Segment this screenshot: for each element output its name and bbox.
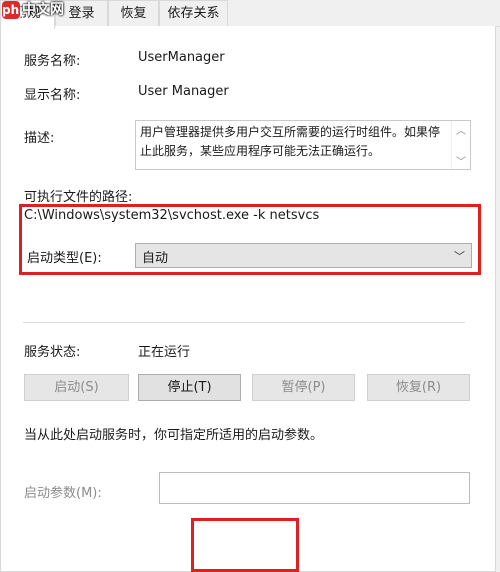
resume-button[interactable]: 恢复(R) — [367, 374, 470, 401]
executable-path-value: C:\Windows\system32\svchost.exe -k netsv… — [24, 208, 320, 223]
executable-path-label: 可执行文件的路径: — [24, 190, 133, 205]
start-params-input[interactable] — [159, 472, 470, 504]
pause-button-label: 暂停(P) — [281, 380, 326, 395]
chevron-down-icon: ﹀ — [454, 250, 465, 263]
description-scrollbar[interactable]: ︿ ﹀ — [451, 121, 470, 169]
scroll-down-icon[interactable]: ﹀ — [456, 153, 466, 168]
site-watermark-logo: php 中文网 — [0, 0, 92, 20]
stop-button[interactable]: 停止(T) — [138, 374, 241, 401]
start-params-hint: 当从此处启动服务时，你可指定所适用的启动参数。 — [24, 428, 324, 443]
start-button-label: 启动(S) — [54, 380, 99, 395]
startup-type-label: 启动类型(E): — [27, 251, 102, 266]
tab-dependencies[interactable]: 依存关系 — [159, 0, 228, 26]
pause-button[interactable]: 暂停(P) — [252, 374, 355, 401]
display-name-value: User Manager — [138, 84, 229, 99]
description-box[interactable]: 用户管理器提供多用户交互所需要的运行时组件。如果停止此服务，某些应用程序可能无法… — [135, 120, 471, 170]
service-status-value: 正在运行 — [138, 345, 191, 360]
startup-type-value: 自动 — [142, 251, 169, 266]
display-name-label: 显示名称: — [24, 88, 81, 103]
section-divider — [23, 322, 465, 323]
stop-button-label: 停止(T) — [167, 380, 212, 395]
service-status-label: 服务状态: — [24, 345, 81, 360]
scroll-up-icon[interactable]: ︿ — [456, 122, 466, 137]
start-params-label: 启动参数(M): — [24, 486, 102, 501]
resume-button-label: 恢复(R) — [395, 380, 442, 395]
service-name-label: 服务名称: — [24, 54, 81, 69]
watermark-text: 中文网 — [22, 2, 64, 18]
watermark-mark: php — [2, 1, 28, 19]
tab-dependencies-label: 依存关系 — [167, 6, 220, 21]
tab-recovery-label: 恢复 — [120, 6, 147, 21]
tab-recovery[interactable]: 恢复 — [108, 0, 159, 26]
start-button[interactable]: 启动(S) — [24, 374, 129, 401]
service-name-value: UserManager — [138, 50, 225, 65]
startup-type-select[interactable]: 自动 ﹀ — [135, 243, 472, 268]
general-panel: 服务名称: UserManager 显示名称: User Manager 描述:… — [0, 26, 496, 572]
ok-button-highlight — [191, 518, 299, 572]
description-label: 描述: — [24, 131, 55, 146]
description-text: 用户管理器提供多用户交互所需要的运行时组件。如果停止此服务，某些应用程序可能无法… — [140, 125, 441, 158]
